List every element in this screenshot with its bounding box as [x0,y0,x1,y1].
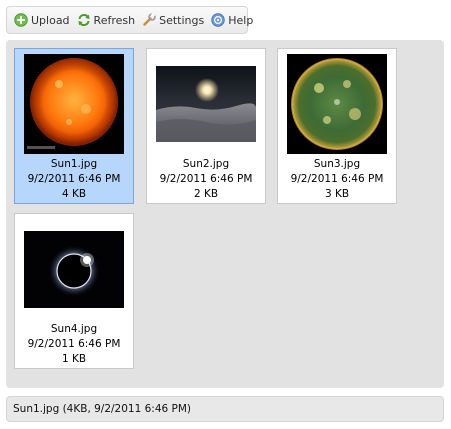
help-icon [211,13,225,27]
file-date: 9/2/2011 6:46 PM [290,173,384,185]
sun2-thumbnail [156,66,256,142]
file-date: 9/2/2011 6:46 PM [27,173,121,185]
solar-eclipse-icon [24,231,124,308]
help-label: Help [228,13,254,27]
sun3-thumbnail [287,54,387,154]
upload-label: Upload [31,13,70,27]
file-tile-sun1[interactable]: Sun1.jpg 9/2/2011 6:46 PM 4 KB [14,48,134,204]
file-tile-sun4[interactable]: Sun4.jpg 9/2/2011 6:46 PM 1 KB [14,213,134,369]
sun-over-clouds-icon [156,66,256,142]
file-tile-sun3[interactable]: Sun3.jpg 9/2/2011 6:46 PM 3 KB [277,48,397,204]
file-name: Sun1.jpg [50,158,98,170]
file-gallery: Sun1.jpg 9/2/2011 6:46 PM 4 KB Sun2.jpg … [6,40,444,388]
file-date: 9/2/2011 6:46 PM [159,173,253,185]
toolbar: Upload Refresh Settings Help [6,6,253,34]
status-bar: Sun1.jpg (4KB, 9/2/2011 6:46 PM) [6,396,444,422]
wrench-icon [143,13,156,26]
sun-image-icon [24,54,124,154]
file-name: Sun3.jpg [313,158,361,170]
settings-button[interactable]: Settings [142,10,204,30]
refresh-button[interactable]: Refresh [77,10,136,30]
file-size: 3 KB [324,188,350,200]
sun-green-icon [287,54,387,154]
settings-label: Settings [159,13,205,27]
sun1-thumbnail [24,54,124,154]
file-tile-sun2[interactable]: Sun2.jpg 9/2/2011 6:46 PM 2 KB [146,48,266,204]
file-name: Sun4.jpg [50,323,98,335]
upload-button[interactable]: Upload [14,10,70,30]
status-text: Sun1.jpg (4KB, 9/2/2011 6:46 PM) [13,403,192,415]
file-size: 1 KB [61,353,87,365]
file-name: Sun2.jpg [182,158,230,170]
refresh-label: Refresh [93,13,136,27]
file-size: 4 KB [61,188,87,200]
file-size: 2 KB [193,188,219,200]
sun4-thumbnail [24,231,124,308]
refresh-icon [77,13,90,27]
file-date: 9/2/2011 6:46 PM [27,338,121,350]
help-button[interactable]: Help [211,10,253,30]
upload-icon [14,13,28,27]
